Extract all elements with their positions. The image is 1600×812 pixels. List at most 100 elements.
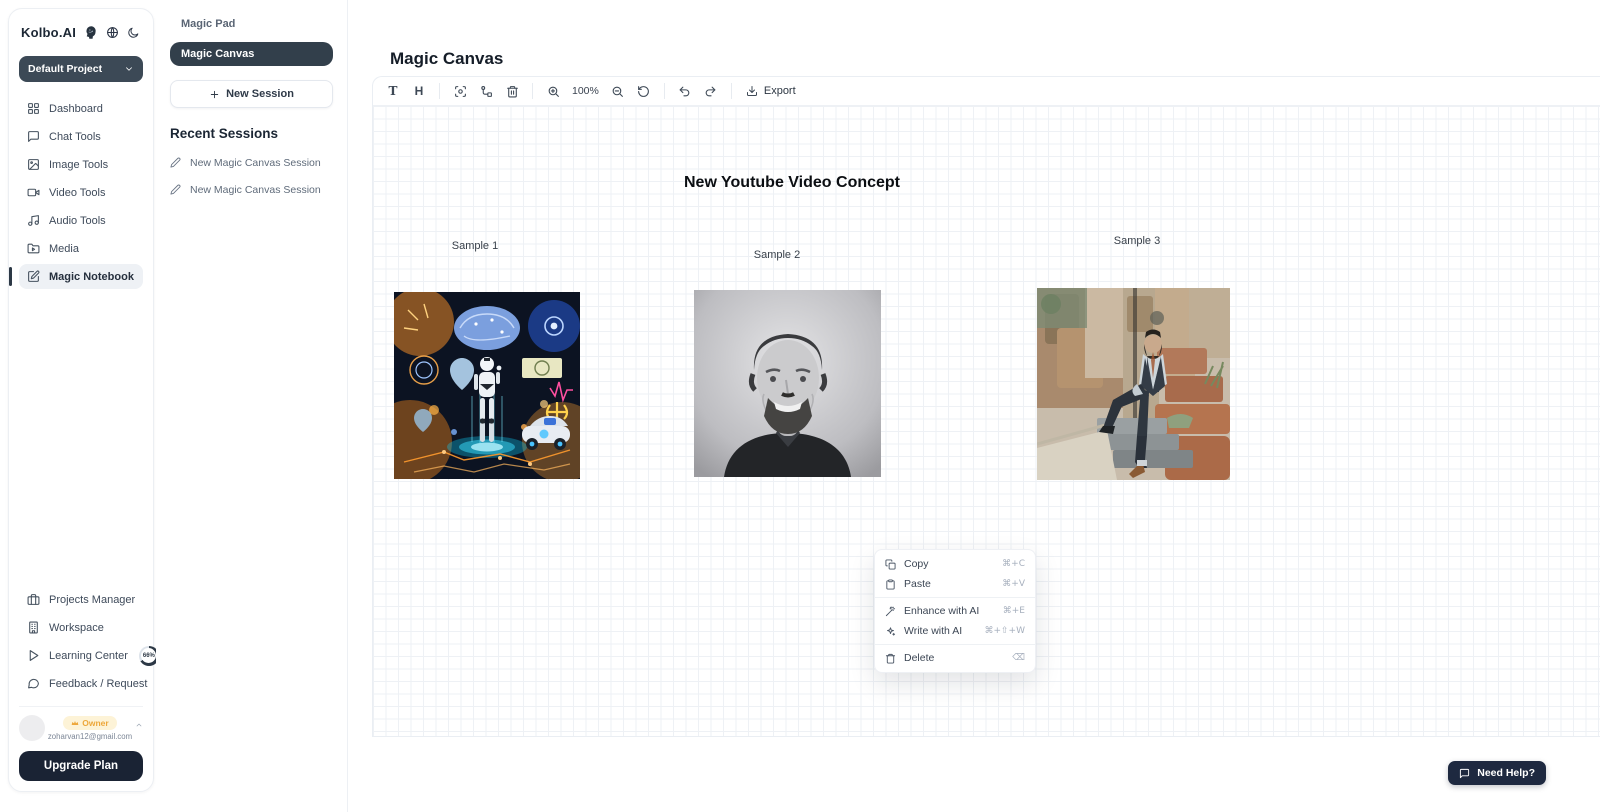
sidebar-item-label: Feedback / Request	[49, 678, 147, 690]
sidebar-item-dashboard[interactable]: Dashboard	[19, 96, 143, 121]
delete-tool-button[interactable]	[500, 79, 524, 103]
sample-3-label[interactable]: Sample 3	[1114, 235, 1160, 247]
image-select-tool-button[interactable]	[448, 79, 472, 103]
sidebar-item-workspace[interactable]: Workspace	[19, 615, 143, 640]
trash-icon	[506, 85, 519, 98]
sidebar-item-label: Image Tools	[49, 159, 108, 171]
shortcut-hint: ⌘+V	[1002, 579, 1025, 589]
user-account-row[interactable]: Owner zoharvan12@gmail.com	[19, 706, 143, 751]
sidebar-item-video-tools[interactable]: Video Tools	[19, 180, 143, 205]
sample-image-2[interactable]	[694, 290, 881, 477]
context-menu-divider	[875, 644, 1035, 645]
crown-icon	[71, 719, 79, 727]
reset-view-button[interactable]	[632, 79, 656, 103]
redo-button[interactable]	[699, 79, 723, 103]
audio-icon	[27, 214, 40, 227]
context-menu-label: Write with AI	[904, 625, 962, 637]
user-meta: Owner zoharvan12@gmail.com	[51, 716, 129, 741]
tool-magic-canvas[interactable]: Magic Canvas	[170, 42, 333, 66]
sample-1-label[interactable]: Sample 1	[452, 240, 498, 252]
context-menu-item-enhance-with-ai[interactable]: Enhance with AI ⌘+E	[875, 601, 1035, 621]
canvas-toolbar: T H 100%	[373, 77, 1600, 106]
session-panel: Magic Pad Magic Canvas New Session Recen…	[156, 0, 348, 812]
context-menu-item-copy[interactable]: Copy ⌘+C	[875, 554, 1035, 574]
context-menu-item-write-with-ai[interactable]: Write with AI ⌘+⇧+W	[875, 621, 1035, 641]
new-session-button[interactable]: New Session	[170, 80, 333, 108]
image-icon	[27, 158, 40, 171]
project-selector-label: Default Project	[28, 63, 102, 75]
pencil-icon	[170, 184, 181, 195]
sidebar-item-label: Chat Tools	[49, 131, 101, 143]
toolbar-divider	[439, 83, 440, 99]
brain-logo-icon	[83, 25, 98, 40]
help-chat-icon	[1459, 768, 1470, 779]
trash-icon	[885, 653, 896, 664]
sidebar-item-media[interactable]: Media	[19, 236, 143, 261]
play-icon	[27, 649, 40, 662]
rotate-ccw-icon	[637, 85, 650, 98]
zoom-in-button[interactable]	[541, 79, 565, 103]
heading-tool-button[interactable]: H	[407, 79, 431, 103]
sidebar-item-chat-tools[interactable]: Chat Tools	[19, 124, 143, 149]
sidebar-item-label: Video Tools	[49, 187, 105, 199]
sidebar-item-magic-notebook[interactable]: Magic Notebook	[19, 264, 143, 289]
sample-image-3[interactable]	[1037, 288, 1230, 480]
canvas-title-text[interactable]: New Youtube Video Concept	[684, 174, 900, 192]
sidebar-item-image-tools[interactable]: Image Tools	[19, 152, 143, 177]
feedback-bubble-icon	[27, 677, 40, 690]
language-globe-icon[interactable]	[106, 26, 119, 39]
zoom-out-button[interactable]	[606, 79, 630, 103]
undo-button[interactable]	[673, 79, 697, 103]
sidebar-spacer	[19, 289, 143, 587]
sidebar-item-audio-tools[interactable]: Audio Tools	[19, 208, 143, 233]
page-title: Magic Canvas	[390, 49, 503, 69]
plus-icon	[209, 89, 220, 100]
context-menu-label: Enhance with AI	[904, 605, 979, 617]
context-menu-label: Copy	[904, 558, 929, 570]
session-list-item[interactable]: New Magic Canvas Session	[170, 176, 333, 203]
sidebar-item-learning-center[interactable]: Learning Center 66%	[19, 643, 143, 668]
app-root: Kolbo.AI Default Project Dashboard	[0, 0, 1600, 812]
text-tool-button[interactable]: T	[381, 79, 405, 103]
sidebar: Kolbo.AI Default Project Dashboard	[8, 8, 154, 792]
download-icon	[746, 85, 758, 97]
context-menu-item-delete[interactable]: Delete ⌫	[875, 648, 1035, 668]
chevron-down-icon	[124, 64, 134, 74]
export-label: Export	[764, 85, 796, 97]
tool-magic-pad[interactable]: Magic Pad	[170, 14, 333, 34]
session-title: New Magic Canvas Session	[190, 184, 321, 196]
sparkles-icon	[885, 626, 896, 637]
toolbar-divider	[731, 83, 732, 99]
connector-tool-button[interactable]	[474, 79, 498, 103]
sidebar-item-projects-manager[interactable]: Projects Manager	[19, 587, 143, 612]
context-menu-label: Delete	[904, 652, 934, 664]
sample-image-1[interactable]	[394, 292, 580, 479]
sample-2-label[interactable]: Sample 2	[754, 249, 800, 261]
scan-image-icon	[454, 85, 467, 98]
session-list-item[interactable]: New Magic Canvas Session	[170, 149, 333, 176]
chevron-up-icon[interactable]	[135, 721, 143, 729]
shortcut-hint: ⌫	[1012, 653, 1025, 663]
toolbar-divider	[664, 83, 665, 99]
logo-row: Kolbo.AI	[19, 25, 143, 40]
sidebar-item-label: Workspace	[49, 622, 104, 634]
need-help-button[interactable]: Need Help?	[1448, 761, 1546, 785]
need-help-label: Need Help?	[1477, 767, 1535, 779]
toolbar-divider	[532, 83, 533, 99]
user-email: zoharvan12@gmail.com	[48, 732, 132, 741]
upgrade-plan-button[interactable]: Upgrade Plan	[19, 751, 143, 781]
new-session-label: New Session	[226, 88, 294, 100]
project-selector[interactable]: Default Project	[19, 56, 143, 82]
context-menu-item-paste[interactable]: Paste ⌘+V	[875, 574, 1035, 594]
sidebar-item-label: Magic Notebook	[49, 271, 134, 283]
dark-mode-moon-icon[interactable]	[127, 26, 140, 39]
copy-icon	[885, 559, 896, 570]
notebook-pen-icon	[27, 270, 40, 283]
zoom-out-icon	[611, 85, 624, 98]
sidebar-item-feedback-request[interactable]: Feedback / Request	[19, 671, 143, 696]
sidebar-item-label: Dashboard	[49, 103, 103, 115]
brand-logo: Kolbo.AI	[21, 25, 76, 40]
export-button[interactable]: Export	[740, 85, 802, 97]
canvas-grid[interactable]: New Youtube Video Concept Sample 1 Sampl…	[373, 106, 1600, 736]
canvas-board: T H 100%	[372, 76, 1600, 737]
